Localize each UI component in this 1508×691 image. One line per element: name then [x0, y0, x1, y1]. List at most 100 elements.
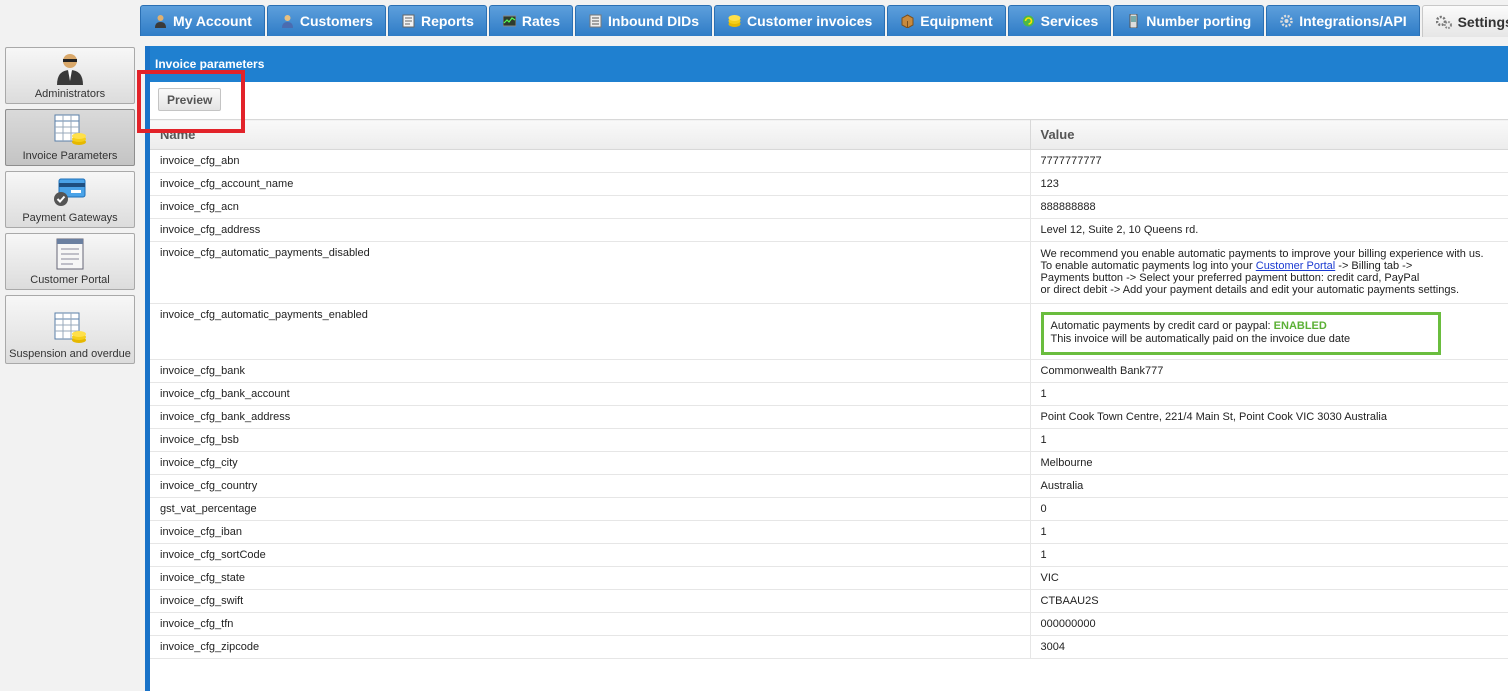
tab-number-porting[interactable]: Number porting: [1113, 5, 1265, 36]
param-value: 3004: [1029, 635, 1508, 659]
table-row[interactable]: invoice_cfg_abn 7777777777: [150, 149, 1508, 173]
sidebar-item-label: Payment Gateways: [22, 212, 118, 224]
table-row[interactable]: invoice_cfg_city Melbourne: [150, 451, 1508, 475]
tab-reports[interactable]: Reports: [387, 5, 487, 36]
table-row[interactable]: invoice_cfg_address Level 12, Suite 2, 10…: [150, 218, 1508, 242]
param-name: invoice_cfg_acn: [150, 195, 1030, 219]
tab-label: Customers: [299, 13, 373, 29]
table-row[interactable]: gst_vat_percentage 0: [150, 497, 1508, 521]
invoice-icon: [53, 113, 87, 147]
gear-icon: [1280, 14, 1293, 28]
sidebar-item-administrators[interactable]: Administrators: [5, 47, 135, 104]
param-name: gst_vat_percentage: [150, 497, 1030, 521]
param-value: 000000000: [1029, 612, 1508, 636]
person-icon: [154, 14, 167, 28]
param-value: 888888888: [1029, 195, 1508, 219]
value-line: This invoice will be automatically paid …: [1050, 333, 1351, 345]
param-name: invoice_cfg_account_name: [150, 172, 1030, 196]
param-value: Australia: [1029, 474, 1508, 498]
table-row[interactable]: invoice_cfg_account_name 123: [150, 172, 1508, 196]
sidebar-item-label: Administrators: [34, 88, 106, 100]
toolbar: Preview: [137, 70, 1508, 133]
customer-icon: [281, 14, 294, 28]
tab-integrations-api[interactable]: Integrations/API: [1266, 5, 1420, 36]
table-row[interactable]: invoice_cfg_acn 888888888: [150, 195, 1508, 219]
param-name: invoice_cfg_zipcode: [150, 635, 1030, 659]
tab-label: Settings: [1457, 13, 1508, 30]
sidebar-item-label: Suspension and overdue: [9, 348, 131, 360]
param-name: invoice_cfg_sortCode: [150, 543, 1030, 567]
sidebar: Administrators Invoice Parameters Paymen…: [5, 47, 135, 369]
table-row[interactable]: invoice_cfg_automatic_payments_enabled A…: [150, 303, 1508, 360]
gears-icon: [1435, 15, 1452, 29]
value-text: -> Billing tab ->: [1335, 260, 1413, 272]
value-line: We recommend you enable automatic paymen…: [1040, 248, 1484, 260]
table-row[interactable]: invoice_cfg_zipcode 3004: [150, 635, 1508, 659]
param-value: VIC: [1029, 566, 1508, 590]
param-name: invoice_cfg_bank_address: [150, 405, 1030, 429]
tab-label: My Account: [173, 13, 252, 29]
table-row[interactable]: invoice_cfg_bsb 1: [150, 428, 1508, 452]
param-value: 1: [1029, 543, 1508, 567]
table-row[interactable]: invoice_cfg_iban 1: [150, 520, 1508, 544]
tab-label: Equipment: [920, 13, 993, 29]
param-name: invoice_cfg_swift: [150, 589, 1030, 613]
tab-my-account[interactable]: My Account: [140, 5, 265, 36]
tab-services[interactable]: Services: [1007, 5, 1112, 36]
main-panel: Invoice parameters Preview Name Value in…: [137, 46, 1508, 691]
tab-equipment[interactable]: Equipment: [887, 5, 1006, 36]
param-value: Melbourne: [1029, 451, 1508, 475]
value-line: To enable automatic payments log into yo…: [1041, 260, 1508, 272]
sidebar-item-payment-gateways[interactable]: Payment Gateways: [5, 171, 135, 228]
value-text: To enable automatic payments log into yo…: [1040, 260, 1256, 272]
table-row[interactable]: invoice_cfg_sortCode 1: [150, 543, 1508, 567]
param-value: 1: [1029, 428, 1508, 452]
coins-icon: [728, 14, 741, 28]
param-value: 0: [1029, 497, 1508, 521]
table-row[interactable]: invoice_cfg_bank Commonwealth Bank777: [150, 359, 1508, 383]
table-row[interactable]: invoice_cfg_tfn 000000000: [150, 612, 1508, 636]
box-icon: [901, 14, 914, 29]
param-name: invoice_cfg_state: [150, 566, 1030, 590]
table-row[interactable]: invoice_cfg_bank_address Point Cook Town …: [150, 405, 1508, 429]
sidebar-item-invoice-parameters[interactable]: Invoice Parameters: [5, 109, 135, 166]
param-value: 7777777777: [1029, 149, 1508, 173]
tab-label: Integrations/API: [1299, 13, 1407, 29]
param-name: invoice_cfg_bsb: [150, 428, 1030, 452]
table-row[interactable]: invoice_cfg_swift CTBAAU2S: [150, 589, 1508, 613]
top-nav: My Account Customers Reports Rates Inbou…: [140, 5, 1508, 37]
tab-rates[interactable]: Rates: [488, 5, 574, 36]
value-line: or direct debit -> Add your payment deta…: [1040, 284, 1460, 296]
param-name: invoice_cfg_bank: [150, 359, 1030, 383]
param-name: invoice_cfg_iban: [150, 520, 1030, 544]
param-name: invoice_cfg_tfn: [150, 612, 1030, 636]
column-header-value[interactable]: Value: [1029, 119, 1508, 150]
table-row[interactable]: invoice_cfg_automatic_payments_disabled …: [150, 241, 1508, 304]
value-line: Automatic payments by credit card or pay…: [1051, 320, 1438, 333]
params-table: Name Value invoice_cfg_abn 7777777777 inv…: [150, 119, 1508, 659]
param-value: Level 12, Suite 2, 10 Queens rd.: [1029, 218, 1508, 242]
page-title: Invoice parameters: [150, 46, 1508, 82]
sidebar-item-customer-portal[interactable]: Customer Portal: [5, 233, 135, 290]
table-header-row: Name Value: [150, 119, 1508, 150]
payment-card-icon: [53, 175, 87, 209]
status-badge: ENABLED: [1273, 320, 1327, 332]
list-icon: [589, 14, 602, 28]
table-row[interactable]: invoice_cfg_state VIC: [150, 566, 1508, 590]
customer-portal-link[interactable]: Customer Portal: [1256, 260, 1335, 272]
suspension-icon: [53, 311, 87, 345]
tab-customers[interactable]: Customers: [266, 5, 386, 36]
tab-customer-invoices[interactable]: Customer invoices: [714, 5, 886, 36]
portal-icon: [53, 237, 87, 271]
rates-icon: [502, 14, 517, 28]
tab-settings[interactable]: Settings: [1421, 5, 1508, 37]
sidebar-item-label: Customer Portal: [30, 274, 110, 286]
column-header-name[interactable]: Name: [150, 119, 1030, 150]
phone-icon: [1127, 13, 1140, 29]
sidebar-item-suspension-overdue[interactable]: Suspension and overdue: [5, 295, 135, 364]
table-row[interactable]: invoice_cfg_country Australia: [150, 474, 1508, 498]
preview-button[interactable]: Preview: [158, 88, 222, 111]
param-value: CTBAAU2S: [1029, 589, 1508, 613]
tab-inbound-dids[interactable]: Inbound DIDs: [575, 5, 713, 36]
table-row[interactable]: invoice_cfg_bank_account 1: [150, 382, 1508, 406]
